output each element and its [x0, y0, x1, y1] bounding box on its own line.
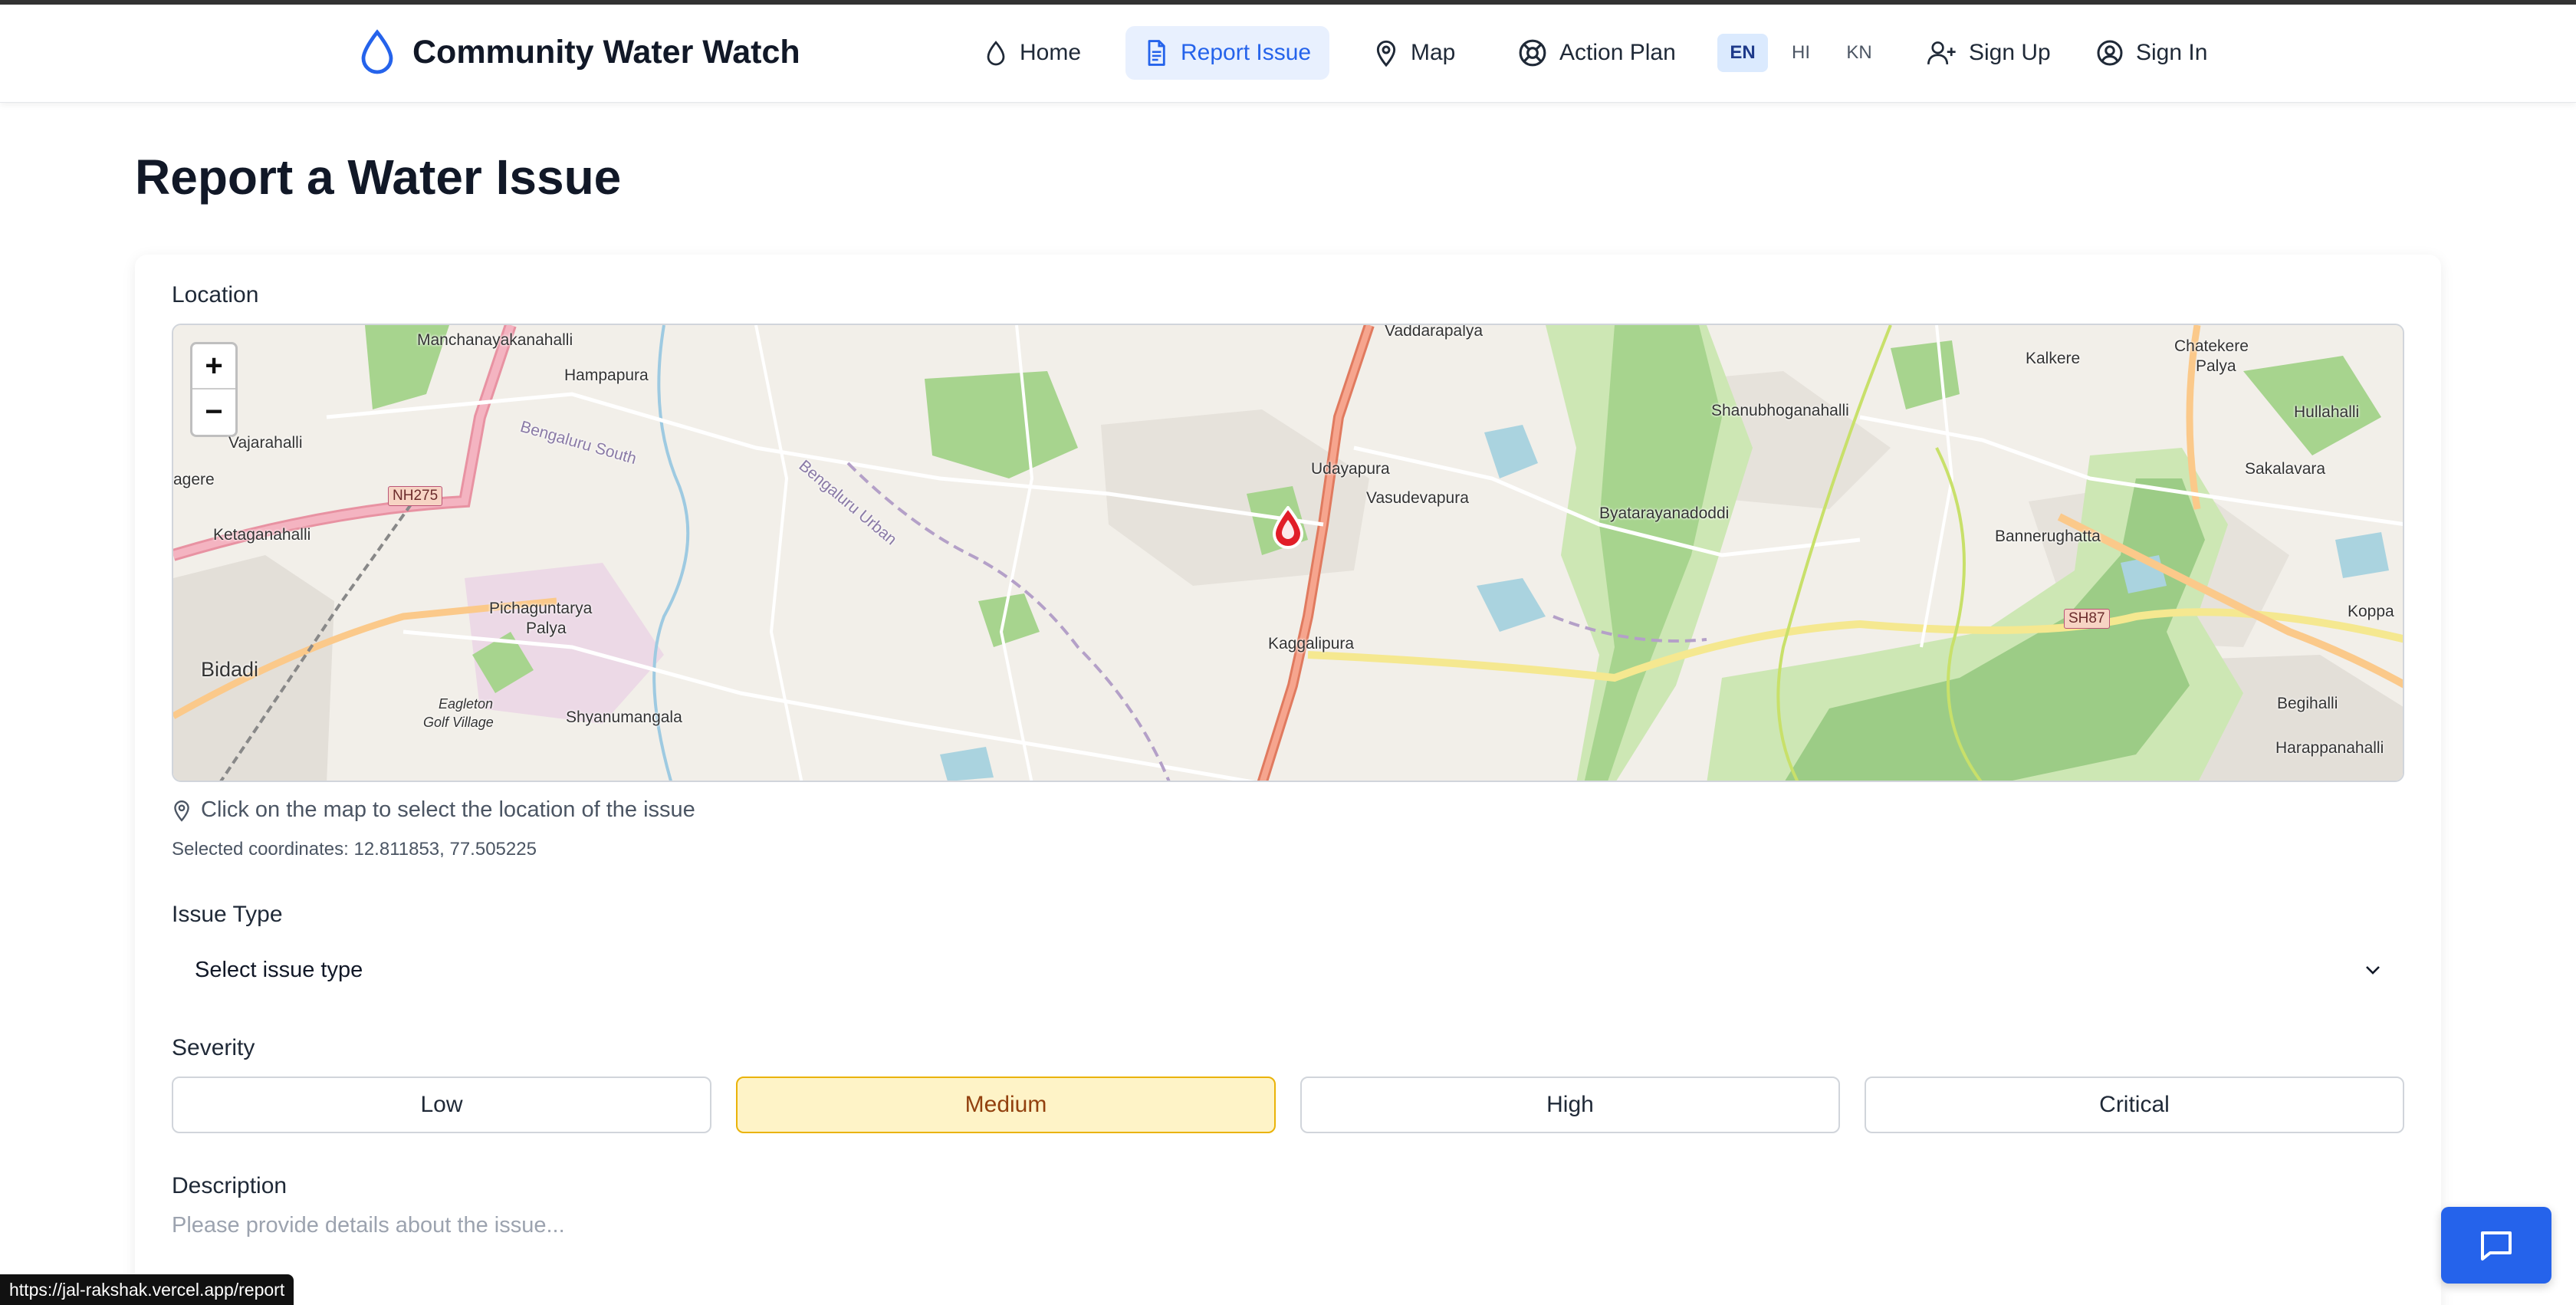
message-square-icon — [2481, 1231, 2512, 1261]
brand[interactable]: Community Water Watch — [359, 29, 800, 75]
severity-medium-button[interactable]: Medium — [736, 1077, 1276, 1133]
description-label: Description — [172, 1173, 288, 1198]
issue-type-value: Select issue type — [195, 957, 363, 982]
map-hint: Click on the map to select the location … — [172, 797, 695, 823]
status-bar-url: https://jal-rakshak.vercel.app/report — [0, 1274, 294, 1305]
map-label: Udayapura — [1311, 460, 1390, 478]
map-label: Byatarayanadoddi — [1599, 505, 1730, 522]
file-text-icon — [1148, 40, 1165, 66]
map-label: Pichaguntarya — [489, 600, 593, 617]
nav-map[interactable]: Map — [1355, 26, 1474, 80]
map-label: agere — [173, 471, 215, 488]
map-label: Palya — [526, 620, 567, 637]
map-label: Koppa — [2348, 603, 2394, 620]
map-label: Kaggalipura — [1268, 635, 1355, 652]
location-label: Location — [172, 282, 259, 307]
map-pin-icon — [1376, 40, 1396, 67]
map-label: Sakalavara — [2245, 460, 2326, 478]
map-label: Bidadi — [201, 658, 259, 681]
map-label: Manchanayakanahalli — [417, 331, 573, 349]
issue-type-select[interactable]: Select issue type — [172, 948, 2404, 992]
road-shield: SH87 — [2064, 609, 2110, 629]
map-label: Kalkere — [2026, 350, 2081, 367]
map-label: Hullahalli — [2294, 403, 2360, 421]
water-drop-marker-icon[interactable] — [1271, 506, 1305, 549]
map-label: Bannerughatta — [1995, 528, 2101, 545]
user-circle-icon — [2097, 40, 2123, 66]
language-kn[interactable]: KN — [1834, 34, 1884, 72]
nav-home[interactable]: Home — [966, 26, 1099, 80]
location-map[interactable]: + − Manchanayakanahalli Hampapura Vajara… — [172, 324, 2404, 782]
nav-report-issue[interactable]: Report Issue — [1125, 26, 1330, 80]
map-label: Hampapura — [564, 367, 649, 384]
user-plus-icon — [1927, 41, 1956, 65]
map-label: Shanubhoganahalli — [1711, 402, 1849, 419]
description-textarea[interactable]: Please provide details about the issue..… — [172, 1213, 2404, 1238]
droplet-icon — [987, 41, 1005, 66]
map-label: Chatekere — [2174, 337, 2249, 355]
issue-type-label: Issue Type — [172, 902, 283, 927]
top-navbar: Community Water Watch Home Report Issue … — [0, 5, 2576, 103]
map-label: Eagleton — [439, 696, 494, 712]
nav-sign-in-label: Sign In — [2136, 40, 2208, 65]
map-label: Harappanahalli — [2275, 739, 2384, 757]
map-label: Vasudevapura — [1366, 489, 1469, 507]
nav-report-issue-label: Report Issue — [1181, 40, 1312, 65]
nav-sign-up-label: Sign Up — [1969, 40, 2051, 65]
nav-home-label: Home — [1020, 40, 1082, 65]
map-label: Ketaganahalli — [213, 526, 311, 544]
severity-high-button[interactable]: High — [1300, 1077, 1840, 1133]
brand-name: Community Water Watch — [412, 33, 800, 71]
chevron-down-icon — [2366, 966, 2380, 975]
zoom-control: + − — [190, 342, 238, 437]
selected-coordinates: Selected coordinates: 12.811853, 77.5052… — [172, 839, 537, 860]
map-label: Palya — [2196, 357, 2236, 375]
severity-label: Severity — [172, 1035, 255, 1060]
map-hint-text: Click on the map to select the location … — [201, 797, 695, 822]
nav-sign-in[interactable]: Sign In — [2078, 26, 2226, 80]
road-shield: NH275 — [388, 486, 443, 506]
map-label: Vaddarapalya — [1385, 324, 1484, 340]
page-title: Report a Water Issue — [135, 150, 622, 205]
water-drop-icon — [361, 29, 393, 74]
zoom-out-button[interactable]: − — [192, 390, 235, 435]
severity-low-button[interactable]: Low — [172, 1077, 711, 1133]
language-hi[interactable]: HI — [1776, 34, 1826, 72]
chat-button[interactable] — [2441, 1207, 2551, 1284]
nav-map-label: Map — [1411, 40, 1456, 65]
nav-action-plan-label: Action Plan — [1559, 40, 1676, 65]
map-label: Shyanumangala — [566, 708, 682, 726]
map-label: Golf Village — [423, 715, 494, 730]
map-label: Begihalli — [2277, 695, 2338, 712]
zoom-in-button[interactable]: + — [192, 344, 235, 390]
nav-sign-up[interactable]: Sign Up — [1909, 26, 2069, 80]
map-label: Vajarahalli — [228, 434, 303, 452]
map-pin-icon — [174, 800, 189, 822]
language-en[interactable]: EN — [1717, 34, 1768, 72]
severity-critical-button[interactable]: Critical — [1865, 1077, 2404, 1133]
map-tiles — [173, 325, 2403, 781]
nav-action-plan[interactable]: Action Plan — [1500, 26, 1694, 80]
lifebuoy-icon — [1519, 39, 1546, 67]
